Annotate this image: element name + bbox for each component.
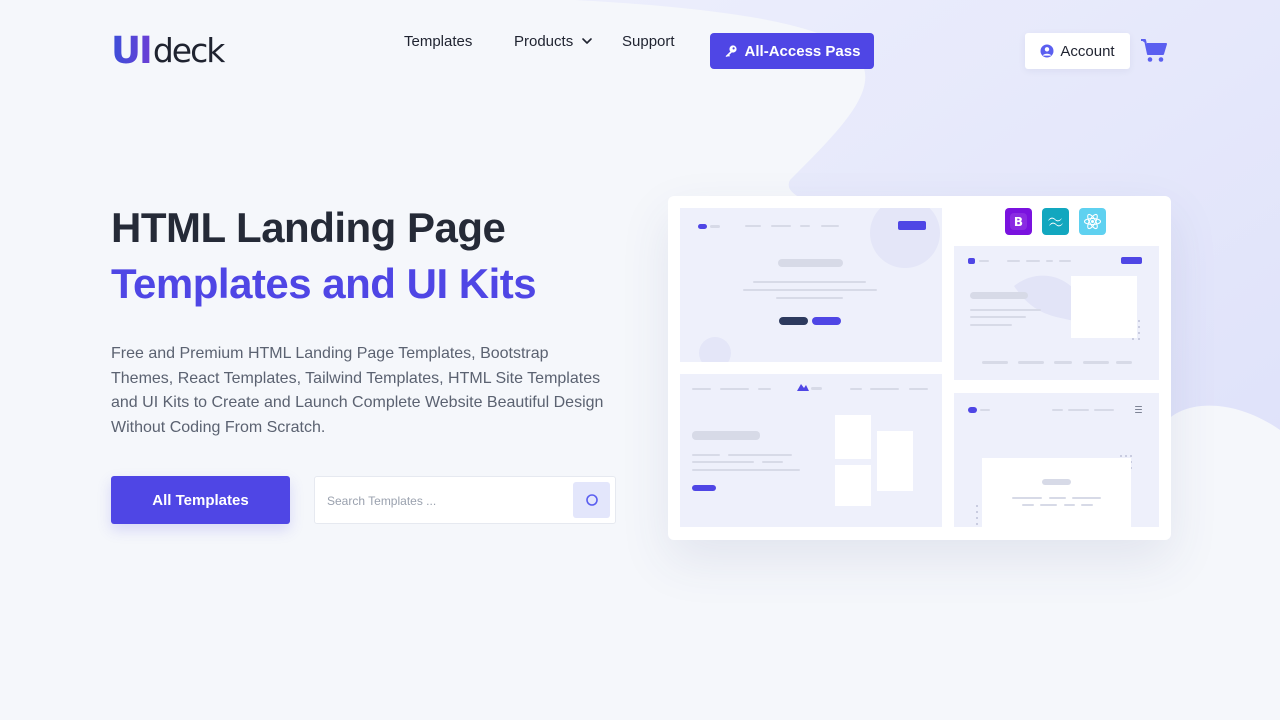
account-button[interactable]: Account xyxy=(1025,33,1130,69)
search-input[interactable] xyxy=(327,489,567,513)
preview-decoration xyxy=(1014,275,1140,340)
template-preview-1[interactable] xyxy=(680,208,942,362)
hero-description: Free and Premium HTML Landing Page Templ… xyxy=(111,345,604,436)
nav-support-label: Support xyxy=(622,32,675,50)
user-icon xyxy=(1040,44,1054,58)
logo-deck: deck xyxy=(152,31,226,70)
nav-products-label: Products xyxy=(514,32,574,50)
template-preview-3[interactable] xyxy=(680,374,942,527)
nav-products[interactable]: Products xyxy=(514,33,593,50)
nav-templates[interactable]: Templates xyxy=(404,33,472,50)
all-templates-label: All Templates xyxy=(152,491,249,509)
all-access-pass-button[interactable]: All-Access Pass xyxy=(710,33,874,69)
template-showcase: B xyxy=(668,196,1171,540)
search-button[interactable] xyxy=(573,482,610,518)
nav-support[interactable]: Support xyxy=(622,33,675,50)
bootstrap-letter: B xyxy=(1014,215,1023,229)
nav-templates-label: Templates xyxy=(404,32,473,50)
bootstrap-icon: B xyxy=(1005,208,1032,235)
logo[interactable]: UI deck xyxy=(111,29,226,72)
key-icon xyxy=(725,45,737,57)
tailwind-icon xyxy=(1042,208,1069,235)
search-box xyxy=(314,476,616,524)
preview-decoration xyxy=(976,455,1132,527)
site-header: UI deck Templates Products Support All-A… xyxy=(0,0,1280,100)
all-templates-button[interactable]: All Templates xyxy=(111,476,290,524)
account-label: Account xyxy=(1060,42,1115,60)
all-access-pass-label: All-Access Pass xyxy=(744,42,861,60)
preview-decoration xyxy=(699,208,940,362)
hero-section: HTML Landing Page Templates and UI Kits … xyxy=(111,200,651,440)
hero-title-line2: Templates and UI Kits xyxy=(111,260,537,307)
cart-icon[interactable] xyxy=(1140,38,1168,64)
logo-ui: UI xyxy=(111,29,153,72)
chevron-down-icon xyxy=(582,38,593,44)
hero-title-line1: HTML Landing Page xyxy=(111,204,506,251)
template-preview-2[interactable] xyxy=(954,246,1159,380)
tech-icons: B xyxy=(1005,208,1106,235)
template-preview-4[interactable] xyxy=(954,393,1159,527)
search-icon xyxy=(585,494,598,506)
logo-mark xyxy=(797,384,809,391)
react-icon xyxy=(1079,208,1106,235)
